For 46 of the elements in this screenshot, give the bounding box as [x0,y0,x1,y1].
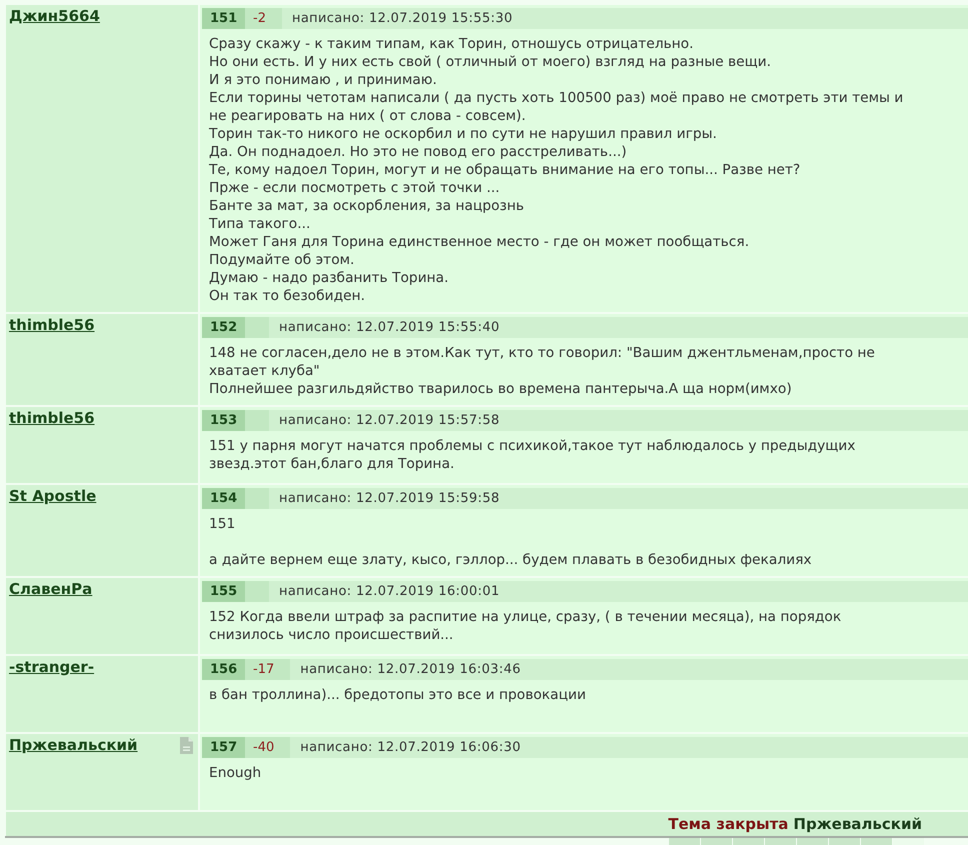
post-date: написано: 12.07.2019 15:55:40 [279,319,500,337]
post-date: написано: 12.07.2019 16:06:30 [300,739,521,757]
post-number: 151 [202,8,245,29]
post-number: 157 [202,737,245,758]
username-link[interactable]: thimble56 [9,409,95,427]
username-link[interactable]: -stranger- [9,658,94,676]
post-rating [245,581,269,602]
post-text: 152 Когда ввели штраф за распитие на улице, сразу, ( в течении месяца), на порядок снизилось число происшествий... [208,608,842,644]
post-date: написано: 12.07.2019 15:57:58 [279,412,500,430]
post-number: 155 [202,581,245,602]
pager-cell[interactable] [733,838,764,845]
pager-cell[interactable] [861,838,892,845]
pager-cell[interactable] [893,838,924,845]
pager-cell[interactable] [669,838,700,845]
post-number: 153 [202,410,245,431]
pager-cell[interactable] [701,838,732,845]
username-link[interactable]: thimble56 [9,316,95,334]
post-rating [245,410,269,431]
username-link[interactable]: СлавенРа [9,580,92,598]
post-number: 154 [202,488,245,509]
post-date: написано: 12.07.2019 15:55:30 [292,10,513,28]
post-date: написано: 12.07.2019 16:00:01 [279,583,500,601]
document-icon[interactable] [180,737,193,754]
post-rating: -2 [245,8,282,29]
moderator-name: Пржевальский [793,815,922,833]
post-date: написано: 12.07.2019 16:03:46 [300,661,521,679]
post-rating [245,488,269,509]
post-number: 156 [202,659,245,680]
topic-status: Тема закрыта [668,815,788,833]
username-link[interactable]: Джин5664 [9,7,100,25]
post-rating [245,317,269,338]
post-text: 151 у парня могут начатся проблемы с психикой,такое тут наблюдалось у предыдущих звезд.этот бан,благо для Торина. [208,437,856,473]
post-date: написано: 12.07.2019 15:59:58 [279,490,500,508]
post-text: 151 а дайте вернем еще злату, кысо, гэллор... будем плавать в безобидных фекалиях [208,515,813,569]
post-text: Enough [208,764,262,782]
post-text: Сразу скажу - к таким типам, как Торин, отношусь отрицательно. Но они есть. И у них есть свой ( отличный от моего) взгляд на разные вещи. И я это понимаю , и принимаю. Если торины четотам написали ( да пусть хоть 100500 раз) моё право не смотреть эти темы и не реагировать на них ( от слова - совсем). Торин так-то никого не оскорбил и по сути не нарушил правил игры. Да. Он поднадоел. Но это не повод его расстреливать...) Те, кому надоел Торин, могут и не обращать внимание на его топы... Разве нет? Прже - если посмотреть с этой точки ... Банте за мат, за оскорбления, за нацрознь Типа такого... Может Ганя для Торина единственное место - где он может пообщаться. Подумайте об этом. Думаю - надо разбанить Торина. Он так то безобиден. [208,35,904,305]
post-rating: -40 [245,737,290,758]
username-link[interactable]: Пржевальский [9,736,138,754]
post-text: 148 не согласен,дело не в этом.Как тут, кто то говорил: "Вашим джентльменам,просто не хватает клуба" Полнейшее разгильдяйство тварилось во времена пантерыча.А ща норм(имхо) [208,344,876,398]
post-text: в бан троллина)... бредотопы это все и провокации [208,686,587,704]
pager-cell[interactable] [765,838,796,845]
username-link[interactable]: St Apostle [9,487,96,505]
post-number: 152 [202,317,245,338]
post-rating: -17 [245,659,290,680]
pager-cell[interactable] [829,838,860,845]
pager-cell[interactable] [797,838,828,845]
